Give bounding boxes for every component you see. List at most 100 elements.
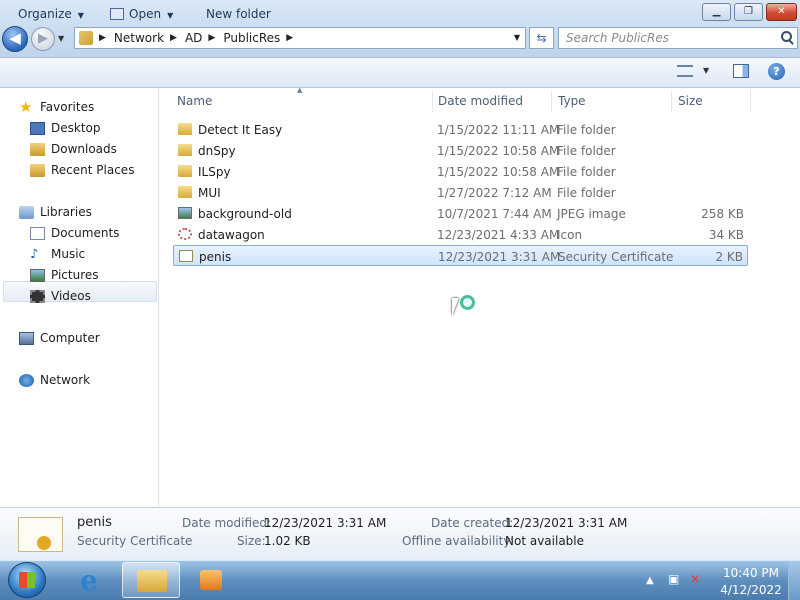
breadcrumb-label: AD [184, 31, 203, 45]
nav-libraries[interactable]: Libraries [19, 205, 92, 219]
file-size: 34 KB [708, 228, 744, 242]
details-date-created-value: 12/23/2021 3:31 AM [505, 516, 628, 530]
nav-label: Desktop [51, 121, 101, 135]
column-divider[interactable] [671, 90, 672, 112]
maximize-button[interactable]: ❐ [734, 3, 763, 21]
table-row[interactable]: MUI 1/27/2022 7:12 AM File folder [173, 182, 748, 203]
column-header-name[interactable]: Name [177, 94, 212, 108]
breadcrumb-separator-icon[interactable]: ▶ [208, 33, 215, 43]
table-row[interactable]: ILSpy 1/15/2022 10:58 AM File folder [173, 161, 748, 182]
music-icon: ♪ [30, 246, 39, 262]
breadcrumb-network[interactable]: Network [114, 31, 164, 45]
location-icon [79, 31, 93, 45]
image-icon [178, 207, 192, 219]
address-bar[interactable]: ▶ Network ▶ AD ▶ PublicRes ▶ ▼ [74, 27, 526, 49]
table-row[interactable]: background-old 10/7/2021 7:44 AM JPEG imag… [173, 203, 748, 224]
start-button[interactable] [8, 562, 46, 598]
new-folder-button[interactable]: New folder [206, 7, 271, 21]
nav-label: Videos [51, 289, 91, 303]
nav-documents[interactable]: Documents [30, 226, 119, 240]
nav-downloads[interactable]: Downloads [30, 142, 117, 156]
breadcrumb-separator-icon[interactable]: ▶ [170, 33, 177, 43]
column-header-date-modified[interactable]: Date modified [438, 94, 523, 108]
file-name: MUI [198, 186, 221, 200]
back-button[interactable]: ◀ [2, 26, 28, 52]
details-size-label: Size: [237, 534, 266, 548]
help-icon[interactable]: ? [768, 63, 785, 80]
nav-pictures[interactable]: Pictures [30, 268, 99, 282]
folder-icon [178, 123, 192, 135]
details-offline-label: Offline availability: [402, 534, 514, 548]
open-label: Open [129, 7, 162, 21]
sort-ascending-icon: ▲ [297, 86, 303, 94]
recent-pages-dropdown[interactable]: ▼ [58, 34, 64, 43]
details-size-value: 1.02 KB [264, 534, 311, 548]
nav-music[interactable]: ♪ Music [30, 247, 85, 261]
nav-favorites[interactable]: ★ Favorites [19, 99, 94, 114]
file-date-modified: 10/7/2021 7:44 AM [437, 207, 552, 221]
system-clock[interactable]: 10:40 PM 4/12/2022 [718, 565, 784, 599]
network-tray-icon[interactable]: ▣ [668, 572, 679, 586]
nav-label: Computer [40, 331, 100, 345]
nav-network[interactable]: Network [19, 373, 90, 387]
column-divider[interactable] [551, 90, 552, 112]
table-row[interactable]: datawagon 12/23/2021 4:33 AM Icon 34 KB [173, 224, 748, 245]
show-hidden-icons-button[interactable]: ▲ [646, 575, 654, 586]
breadcrumb-label: Network [113, 31, 165, 45]
open-button[interactable]: Open ▼ [110, 7, 173, 21]
libraries-icon [19, 205, 34, 219]
nav-recent-places[interactable]: Recent Places [30, 163, 134, 177]
view-options-dropdown[interactable]: ▼ [703, 66, 709, 75]
breadcrumb-publicres[interactable]: PublicRes [223, 31, 280, 45]
nav-videos[interactable]: Videos [30, 289, 91, 303]
network-icon [19, 373, 34, 387]
column-header-type[interactable]: Type [558, 94, 586, 108]
nav-desktop[interactable]: Desktop [30, 121, 101, 135]
media-player-taskbar-icon[interactable] [190, 562, 240, 598]
nav-label: Music [51, 247, 86, 261]
organize-button[interactable]: Organize ▼ [18, 7, 84, 21]
folder-icon [178, 144, 192, 156]
refresh-button[interactable]: ⇆ [529, 27, 554, 49]
taskbar [0, 560, 800, 600]
preview-pane-icon[interactable] [733, 64, 749, 78]
column-divider[interactable] [432, 90, 433, 112]
file-name: penis [199, 250, 232, 264]
column-divider[interactable] [750, 90, 751, 112]
details-date-created-label: Date created: [431, 516, 514, 530]
breadcrumb-separator-icon[interactable]: ▶ [286, 33, 293, 43]
details-file-name: penis [77, 515, 112, 530]
close-button[interactable]: ✕ [766, 3, 797, 21]
forward-button[interactable]: ▶ [31, 27, 55, 51]
file-type: Security Certificate [558, 250, 674, 264]
search-input[interactable]: Search PublicRes [558, 27, 798, 49]
column-header-size[interactable]: Size [678, 94, 703, 108]
breadcrumb-separator-icon[interactable]: ▶ [99, 33, 106, 43]
nav-label: Pictures [51, 268, 99, 282]
volume-muted-icon[interactable]: ✕ [690, 572, 700, 586]
change-view-icon[interactable] [677, 65, 693, 77]
nav-label: Libraries [40, 205, 92, 219]
breadcrumb-ad[interactable]: AD [185, 31, 202, 45]
minimize-button[interactable]: ▁ [702, 3, 731, 21]
nav-label: Downloads [51, 142, 117, 156]
certificate-icon [18, 517, 63, 552]
search-icon[interactable] [781, 31, 792, 42]
chevron-down-icon: ▼ [167, 11, 174, 20]
file-name: dnSpy [198, 144, 236, 158]
nav-label: Recent Places [51, 163, 135, 177]
internet-explorer-taskbar-icon[interactable] [68, 562, 118, 598]
search-placeholder: Search PublicRes [566, 31, 670, 45]
nav-computer[interactable]: Computer [19, 331, 100, 345]
nav-label: Network [40, 373, 91, 387]
table-row[interactable]: dnSpy 1/15/2022 10:58 AM File folder [173, 140, 748, 161]
details-offline-value: Not available [505, 534, 585, 548]
show-desktop-button[interactable] [788, 561, 800, 600]
folder-icon [178, 186, 192, 198]
chevron-down-icon[interactable]: ▼ [514, 33, 520, 42]
windows-explorer-taskbar-icon[interactable] [122, 562, 180, 598]
table-row[interactable]: penis 12/23/2021 3:31 AM Security Certific… [173, 245, 748, 266]
table-row[interactable]: Detect It Easy 1/15/2022 11:11 AM File fol… [173, 119, 748, 140]
folder-icon [178, 165, 192, 177]
breadcrumb-label: PublicRes [223, 31, 281, 45]
